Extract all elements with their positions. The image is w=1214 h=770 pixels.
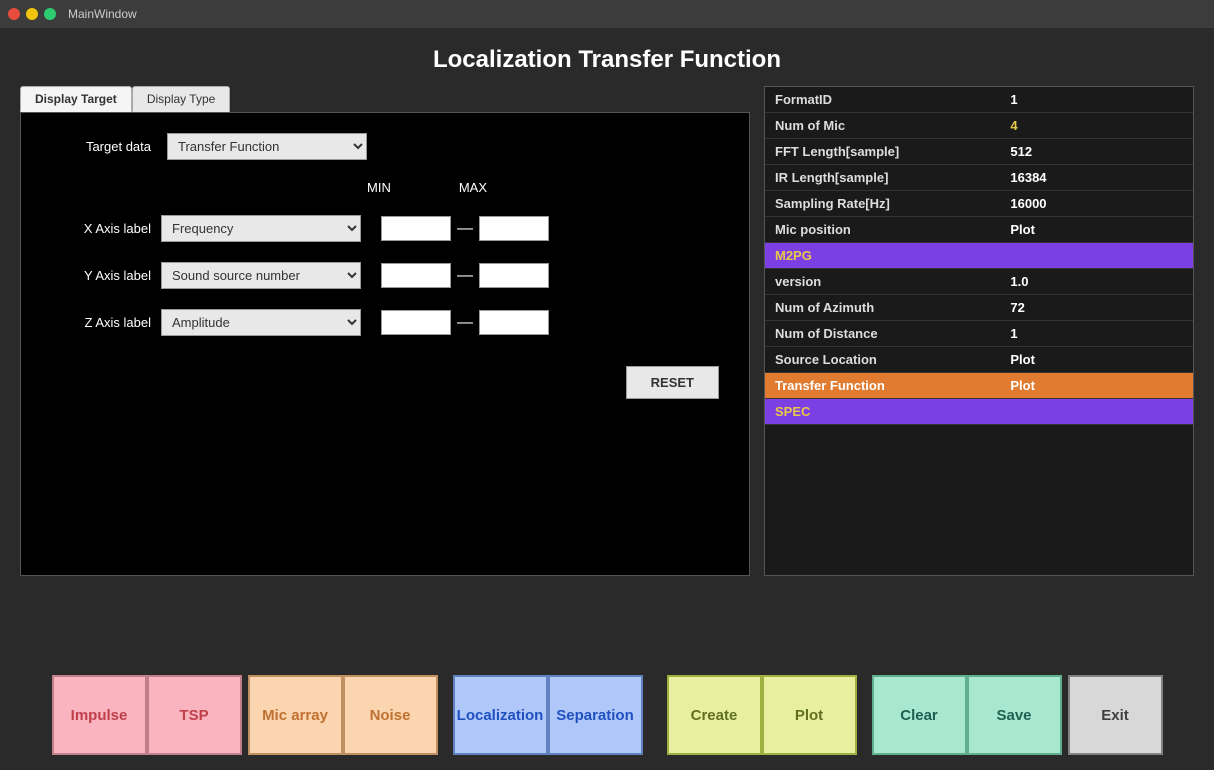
min-label: MIN [367, 180, 391, 195]
sampling-rate-label: Sampling Rate[Hz] [765, 191, 1000, 217]
z-max-input[interactable] [479, 310, 549, 335]
tab-display-type[interactable]: Display Type [132, 86, 230, 112]
num-azimuth-label: Num of Azimuth [765, 295, 1000, 321]
close-button[interactable] [8, 8, 20, 20]
left-panel: Display Target Display Type Target data … [20, 86, 750, 576]
fft-length-row: FFT Length[sample] 512 [765, 139, 1193, 165]
format-id-row: FormatID 1 [765, 87, 1193, 113]
transfer-function-section-row: Transfer Function Plot [765, 373, 1193, 399]
maximize-button[interactable] [44, 8, 56, 20]
min-max-header: MIN MAX [367, 180, 719, 195]
version-row: version 1.0 [765, 269, 1193, 295]
right-panel: FormatID 1 Num of Mic 4 FFT Length[sampl… [764, 86, 1194, 576]
localization-separation-group: Localization Separation [453, 675, 643, 755]
num-azimuth-value: 72 [1000, 295, 1193, 321]
page-title: Localization Transfer Function [0, 28, 1214, 86]
impulse-tsp-group: Impulse TSP [52, 675, 242, 755]
ir-length-value: 16384 [1000, 165, 1193, 191]
format-id-label: FormatID [765, 87, 1000, 113]
fft-length-value: 512 [1000, 139, 1193, 165]
num-mic-value: 4 [1000, 113, 1193, 139]
reset-button[interactable]: RESET [626, 366, 719, 399]
tab-bar: Display Target Display Type [20, 86, 750, 112]
num-distance-value: 1 [1000, 321, 1193, 347]
num-distance-label: Num of Distance [765, 321, 1000, 347]
localization-button[interactable]: Localization [453, 675, 548, 755]
clear-button[interactable]: Clear [872, 675, 967, 755]
y-dash: — [457, 267, 473, 285]
x-axis-select[interactable]: Frequency Time Sample [161, 215, 361, 242]
z-min-max-group: — [381, 310, 549, 335]
save-button[interactable]: Save [967, 675, 1062, 755]
spec-header: SPEC [765, 399, 1193, 425]
fft-length-label: FFT Length[sample] [765, 139, 1000, 165]
title-bar: MainWindow [0, 0, 1214, 28]
y-axis-select[interactable]: Sound source number Mic number Azimuth [161, 262, 361, 289]
x-min-max-group: — [381, 216, 549, 241]
micarray-noise-group: Mic array Noise [248, 675, 438, 755]
y-min-max-group: — [381, 263, 549, 288]
tsp-button[interactable]: TSP [147, 675, 242, 755]
m2pg-header: M2PG [765, 243, 1193, 269]
y-max-input[interactable] [479, 263, 549, 288]
sampling-rate-row: Sampling Rate[Hz] 16000 [765, 191, 1193, 217]
tab-display-target[interactable]: Display Target [20, 86, 132, 112]
z-axis-label: Z Axis label [51, 315, 151, 330]
x-axis-row: X Axis label Frequency Time Sample — [51, 215, 719, 242]
mic-position-value: Plot [1000, 217, 1193, 243]
z-dash: — [457, 314, 473, 332]
create-button[interactable]: Create [667, 675, 762, 755]
ir-length-label: IR Length[sample] [765, 165, 1000, 191]
x-axis-label: X Axis label [51, 221, 151, 236]
noise-button[interactable]: Noise [343, 675, 438, 755]
z-min-input[interactable] [381, 310, 451, 335]
bottom-bar: Impulse TSP Mic array Noise Localization… [0, 660, 1214, 770]
mic-position-label: Mic position [765, 217, 1000, 243]
version-label: version [765, 269, 1000, 295]
num-mic-label: Num of Mic [765, 113, 1000, 139]
y-axis-label: Y Axis label [51, 268, 151, 283]
impulse-button[interactable]: Impulse [52, 675, 147, 755]
exit-button[interactable]: Exit [1068, 675, 1163, 755]
info-scroll[interactable]: FormatID 1 Num of Mic 4 FFT Length[sampl… [765, 87, 1193, 575]
y-axis-row: Y Axis label Sound source number Mic num… [51, 262, 719, 289]
sampling-rate-value: 16000 [1000, 191, 1193, 217]
z-axis-select[interactable]: Amplitude Phase Real Imag [161, 309, 361, 336]
target-data-select[interactable]: Transfer Function Impulse Response Ampli… [167, 133, 367, 160]
create-plot-group: Create Plot [667, 675, 857, 755]
version-value: 1.0 [1000, 269, 1193, 295]
x-min-input[interactable] [381, 216, 451, 241]
num-azimuth-row: Num of Azimuth 72 [765, 295, 1193, 321]
num-mic-row: Num of Mic 4 [765, 113, 1193, 139]
source-location-value: Plot [1000, 347, 1193, 373]
x-dash: — [457, 220, 473, 238]
plot-button[interactable]: Plot [762, 675, 857, 755]
x-max-input[interactable] [479, 216, 549, 241]
target-data-label: Target data [51, 139, 151, 154]
spec-section-row: SPEC [765, 399, 1193, 425]
z-axis-row: Z Axis label Amplitude Phase Real Imag — [51, 309, 719, 336]
max-label: MAX [459, 180, 487, 195]
clear-save-group: Clear Save [872, 675, 1062, 755]
ir-length-row: IR Length[sample] 16384 [765, 165, 1193, 191]
mic-position-row: Mic position Plot [765, 217, 1193, 243]
content-area: Display Target Display Type Target data … [0, 86, 1214, 576]
y-min-input[interactable] [381, 263, 451, 288]
info-table: FormatID 1 Num of Mic 4 FFT Length[sampl… [765, 87, 1193, 425]
transfer-function-header: Transfer Function [765, 373, 1000, 399]
source-location-row: Source Location Plot [765, 347, 1193, 373]
separation-button[interactable]: Separation [548, 675, 643, 755]
m2pg-section-row: M2PG [765, 243, 1193, 269]
transfer-function-plot-value: Plot [1000, 373, 1193, 399]
source-location-label: Source Location [765, 347, 1000, 373]
exit-group: Exit [1068, 675, 1163, 755]
form-panel: Target data Transfer Function Impulse Re… [20, 112, 750, 576]
target-data-row: Target data Transfer Function Impulse Re… [51, 133, 719, 160]
num-distance-row: Num of Distance 1 [765, 321, 1193, 347]
window-title: MainWindow [68, 7, 137, 21]
format-id-value: 1 [1000, 87, 1193, 113]
minimize-button[interactable] [26, 8, 38, 20]
micarray-button[interactable]: Mic array [248, 675, 343, 755]
reset-row: RESET [51, 366, 719, 399]
